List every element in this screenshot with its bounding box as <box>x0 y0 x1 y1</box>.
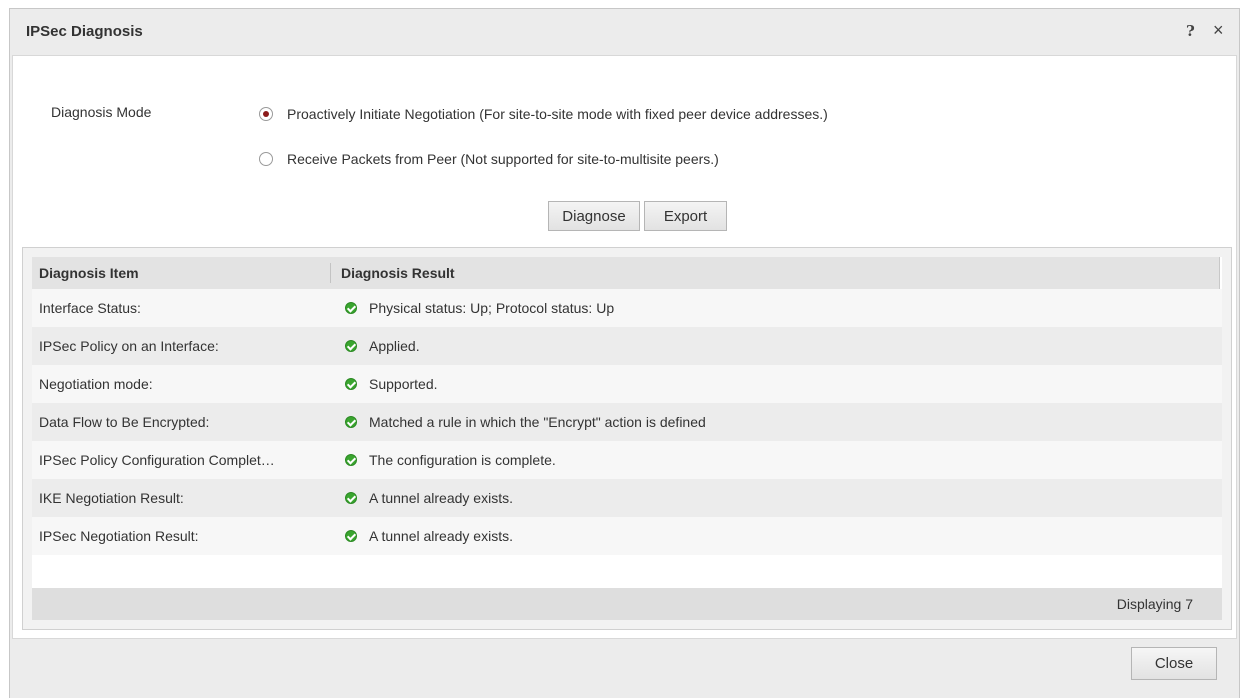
ipsec-diagnosis-dialog: IPSec Diagnosis ? × Diagnosis Mode Proac… <box>9 8 1240 698</box>
check-circle-icon <box>345 378 357 390</box>
row-item: IPSec Policy Configuration Complet… <box>39 452 275 468</box>
column-header-result[interactable]: Diagnosis Result <box>341 257 455 289</box>
table-row[interactable]: Interface Status: Physical status: Up; P… <box>32 289 1222 327</box>
check-circle-icon <box>345 530 357 542</box>
radio-label-receive[interactable]: Receive Packets from Peer (Not supported… <box>287 151 719 167</box>
table-row[interactable]: Data Flow to Be Encrypted: Matched a rul… <box>32 403 1222 441</box>
check-circle-icon <box>345 416 357 428</box>
row-result: A tunnel already exists. <box>345 517 513 555</box>
row-result-text: The configuration is complete. <box>369 452 556 468</box>
check-circle-icon <box>345 492 357 504</box>
table-row[interactable]: IPSec Policy on an Interface: Applied. <box>32 327 1222 365</box>
check-circle-icon <box>345 454 357 466</box>
radio-label-initiate[interactable]: Proactively Initiate Negotiation (For si… <box>287 106 828 122</box>
row-item: IKE Negotiation Result: <box>39 490 184 506</box>
row-result-text: Supported. <box>369 376 438 392</box>
row-result-text: A tunnel already exists. <box>369 528 513 544</box>
radio-option-receive[interactable]: Receive Packets from Peer (Not supported… <box>259 151 719 167</box>
row-item: IPSec Policy on an Interface: <box>39 338 219 354</box>
row-result: Supported. <box>345 365 438 403</box>
dialog-titlebar: IPSec Diagnosis ? × <box>10 9 1239 54</box>
export-button[interactable]: Export <box>644 201 727 231</box>
row-item: Data Flow to Be Encrypted: <box>39 414 210 430</box>
grid-pager: Displaying 7 <box>32 588 1222 620</box>
diagnosis-grid: Diagnosis Item Diagnosis Result Interfac… <box>32 257 1222 620</box>
table-row[interactable]: Negotiation mode: Supported. <box>32 365 1222 403</box>
table-row[interactable]: IPSec Policy Configuration Complet… The … <box>32 441 1222 479</box>
row-item: Interface Status: <box>39 300 141 316</box>
diagnosis-mode-label: Diagnosis Mode <box>51 104 152 120</box>
row-result-text: Applied. <box>369 338 420 354</box>
row-result-text: Matched a rule in which the "Encrypt" ac… <box>369 414 706 430</box>
row-result-text: Physical status: Up; Protocol status: Up <box>369 300 615 316</box>
grid-header: Diagnosis Item Diagnosis Result <box>32 257 1220 289</box>
check-circle-icon <box>345 302 357 314</box>
radio-option-initiate[interactable]: Proactively Initiate Negotiation (For si… <box>259 106 828 122</box>
dialog-content: Diagnosis Mode Proactively Initiate Nego… <box>12 55 1237 639</box>
close-icon[interactable]: × <box>1213 21 1224 39</box>
row-result-text: A tunnel already exists. <box>369 490 513 506</box>
column-header-item[interactable]: Diagnosis Item <box>39 257 139 289</box>
row-result: Physical status: Up; Protocol status: Up <box>345 289 614 327</box>
column-divider[interactable] <box>330 263 331 283</box>
row-item: Negotiation mode: <box>39 376 153 392</box>
row-item: IPSec Negotiation Result: <box>39 528 199 544</box>
grid-body: Interface Status: Physical status: Up; P… <box>32 289 1222 555</box>
dialog-title: IPSec Diagnosis <box>26 23 143 40</box>
pager-count: Displaying 7 <box>1116 596 1193 612</box>
diagnose-button[interactable]: Diagnose <box>548 201 640 231</box>
row-result: The configuration is complete. <box>345 441 556 479</box>
check-circle-icon <box>345 340 357 352</box>
radio-button-receive[interactable] <box>259 152 273 166</box>
table-row[interactable]: IPSec Negotiation Result: A tunnel alrea… <box>32 517 1222 555</box>
help-icon[interactable]: ? <box>1186 22 1195 40</box>
row-result: A tunnel already exists. <box>345 479 513 517</box>
table-row[interactable]: IKE Negotiation Result: A tunnel already… <box>32 479 1222 517</box>
diagnosis-grid-panel: Diagnosis Item Diagnosis Result Interfac… <box>22 247 1232 630</box>
radio-button-initiate[interactable] <box>259 107 273 121</box>
row-result: Applied. <box>345 327 420 365</box>
row-result: Matched a rule in which the "Encrypt" ac… <box>345 403 706 441</box>
close-button[interactable]: Close <box>1131 647 1217 680</box>
